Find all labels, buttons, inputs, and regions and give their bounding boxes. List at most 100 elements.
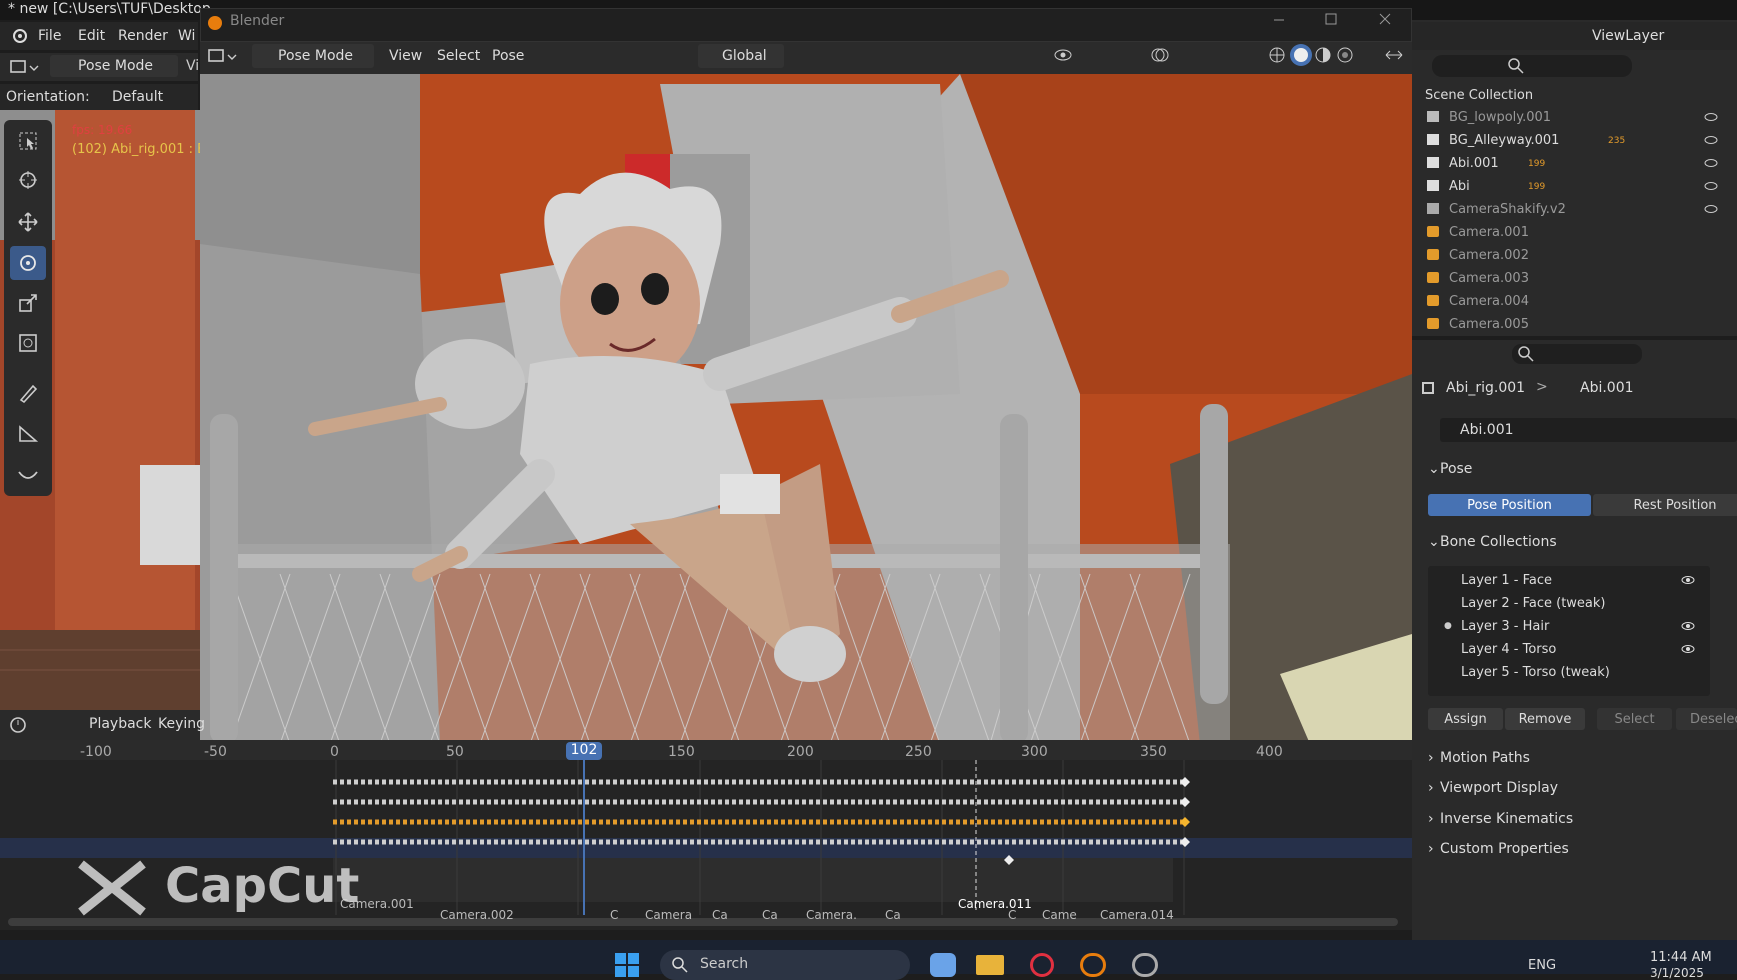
outliner-item[interactable]: Camera.001: [1449, 225, 1529, 240]
outliner-item[interactable]: Camera.002: [1449, 248, 1529, 263]
viewport-menu-select[interactable]: Select: [437, 48, 480, 64]
pose-position-button[interactable]: Pose Position: [1428, 494, 1591, 516]
file-explorer-icon[interactable]: [976, 955, 1004, 975]
orientation-value[interactable]: Default: [112, 89, 163, 105]
current-frame-indicator[interactable]: 102: [566, 742, 602, 760]
outliner-item[interactable]: BG_lowpoly.001: [1449, 110, 1551, 125]
bone-collection-item[interactable]: Layer 2 - Face (tweak): [1461, 596, 1606, 611]
motion-paths-panel[interactable]: Motion Paths: [1440, 750, 1530, 766]
outliner-item[interactable]: Camera.004: [1449, 294, 1529, 309]
clock-time[interactable]: 11:44 AM: [1650, 950, 1712, 965]
menu-render[interactable]: Render: [118, 28, 168, 44]
editor-type-icon[interactable]: [10, 58, 40, 76]
tool-measure[interactable]: [10, 416, 46, 450]
left-view-menu[interactable]: Vi: [186, 58, 199, 74]
timeline-keying-menu[interactable]: Keying: [158, 716, 205, 732]
taskbar-search[interactable]: Search: [660, 950, 910, 980]
tool-annotate[interactable]: [10, 376, 46, 410]
outliner-item[interactable]: Camera.005: [1449, 317, 1529, 332]
timeline-playback-menu[interactable]: Playback: [89, 716, 151, 732]
breadcrumb-armature[interactable]: Abi.001: [1580, 380, 1634, 396]
close-icon[interactable]: [1378, 12, 1392, 26]
bone-collections-header[interactable]: Bone Collections: [1440, 534, 1557, 550]
select-button[interactable]: Select: [1597, 708, 1672, 730]
bone-collections-chevron-icon[interactable]: ⌄: [1428, 534, 1440, 550]
motion-paths-chevron-icon[interactable]: ›: [1428, 750, 1434, 766]
material-shading-icon[interactable]: [1314, 46, 1332, 64]
menu-file[interactable]: File: [38, 28, 61, 44]
viewport-display-chevron-icon[interactable]: ›: [1428, 780, 1434, 796]
armature-name-field[interactable]: Abi.001: [1440, 418, 1737, 442]
copilot-icon[interactable]: [930, 953, 956, 977]
custom-properties-chevron-icon[interactable]: ›: [1428, 841, 1434, 857]
view-layer-name[interactable]: ViewLayer: [1592, 28, 1664, 44]
outliner-item[interactable]: Abi.001: [1449, 156, 1499, 171]
menu-window[interactable]: Wi: [178, 28, 195, 44]
custom-properties-panel[interactable]: Custom Properties: [1440, 841, 1569, 857]
3d-viewport[interactable]: [200, 74, 1412, 744]
tool-scale[interactable]: [10, 286, 46, 320]
viewport-editor-type-icon[interactable]: [208, 47, 238, 65]
eye-icon[interactable]: [1703, 112, 1719, 292]
pose-section-header[interactable]: Pose: [1440, 461, 1472, 477]
camera-marker[interactable]: Camera: [645, 908, 692, 922]
visibility-icon[interactable]: [1053, 47, 1073, 63]
solid-shading-icon[interactable]: [1290, 44, 1312, 66]
tool-move[interactable]: [10, 205, 46, 239]
viewport-mode-dropdown[interactable]: Pose Mode: [252, 44, 374, 68]
camera-marker[interactable]: Ca: [762, 908, 778, 922]
camera-marker[interactable]: Ca: [885, 908, 901, 922]
tool-cursor[interactable]: [10, 163, 46, 197]
maximize-icon[interactable]: [1324, 12, 1338, 26]
outliner-item[interactable]: Camera.003: [1449, 271, 1529, 286]
language-indicator[interactable]: ENG: [1528, 958, 1556, 973]
windows-start-icon[interactable]: [614, 952, 640, 978]
deselect-button[interactable]: Deselec: [1676, 708, 1737, 730]
tool-relax[interactable]: [10, 458, 46, 492]
remove-button[interactable]: Remove: [1505, 708, 1585, 730]
breadcrumb-object[interactable]: Abi_rig.001: [1446, 380, 1525, 396]
outliner-item[interactable]: CameraShakify.v2: [1449, 202, 1566, 217]
wireframe-shading-icon[interactable]: [1268, 46, 1286, 64]
rendered-shading-icon[interactable]: [1336, 46, 1354, 64]
tool-select-box[interactable]: [10, 124, 46, 158]
menu-edit[interactable]: Edit: [78, 28, 105, 44]
camera-marker[interactable]: Camera.014: [1100, 908, 1174, 922]
eye-icon[interactable]: [1680, 574, 1696, 654]
pose-section-chevron-icon[interactable]: ⌄: [1428, 461, 1440, 477]
rest-position-button[interactable]: Rest Position: [1593, 494, 1737, 516]
selected-camera-marker[interactable]: Camera.011: [958, 897, 1032, 911]
blender-logo-icon[interactable]: [10, 28, 28, 44]
properties-search-input[interactable]: [1512, 344, 1642, 364]
outliner-search-input[interactable]: [1432, 55, 1632, 77]
tool-transform[interactable]: [10, 326, 46, 360]
bone-collection-item[interactable]: Layer 3 - Hair: [1461, 619, 1549, 634]
transform-orientation-dropdown[interactable]: Global: [698, 44, 784, 68]
camera-marker[interactable]: Camera.: [806, 908, 857, 922]
inverse-kinematics-panel[interactable]: Inverse Kinematics: [1440, 811, 1573, 827]
camera-marker[interactable]: Came: [1042, 908, 1077, 922]
tool-rotate[interactable]: [10, 246, 46, 280]
sidebar-toggle-icon[interactable]: [1384, 48, 1404, 62]
minimize-icon[interactable]: [1272, 12, 1286, 26]
viewport-menu-view[interactable]: View: [389, 48, 422, 64]
scene-collection[interactable]: Scene Collection: [1425, 88, 1533, 103]
blender-taskbar-icon[interactable]: [1080, 953, 1106, 977]
viewport-display-panel[interactable]: Viewport Display: [1440, 780, 1558, 796]
opera-icon[interactable]: [1030, 953, 1054, 977]
timeline-editor-icon[interactable]: [10, 716, 32, 734]
bone-collection-item[interactable]: Layer 1 - Face: [1461, 573, 1552, 588]
camera-marker[interactable]: Camera.002: [440, 908, 514, 922]
outliner-item[interactable]: Abi: [1449, 179, 1470, 194]
inverse-kinematics-chevron-icon[interactable]: ›: [1428, 811, 1434, 827]
outliner-item[interactable]: BG_Alleyway.001: [1449, 133, 1559, 148]
viewport-menu-pose[interactable]: Pose: [492, 48, 524, 64]
app-taskbar-icon[interactable]: [1132, 953, 1158, 977]
bone-collection-item[interactable]: Layer 4 - Torso: [1461, 642, 1556, 657]
mode-dropdown[interactable]: Pose Mode: [50, 55, 178, 77]
overlays-icon[interactable]: [1150, 47, 1170, 63]
camera-marker[interactable]: C: [610, 908, 618, 922]
assign-button[interactable]: Assign: [1428, 708, 1503, 730]
bone-collection-item[interactable]: Layer 5 - Torso (tweak): [1461, 665, 1610, 680]
camera-marker[interactable]: Ca: [712, 908, 728, 922]
